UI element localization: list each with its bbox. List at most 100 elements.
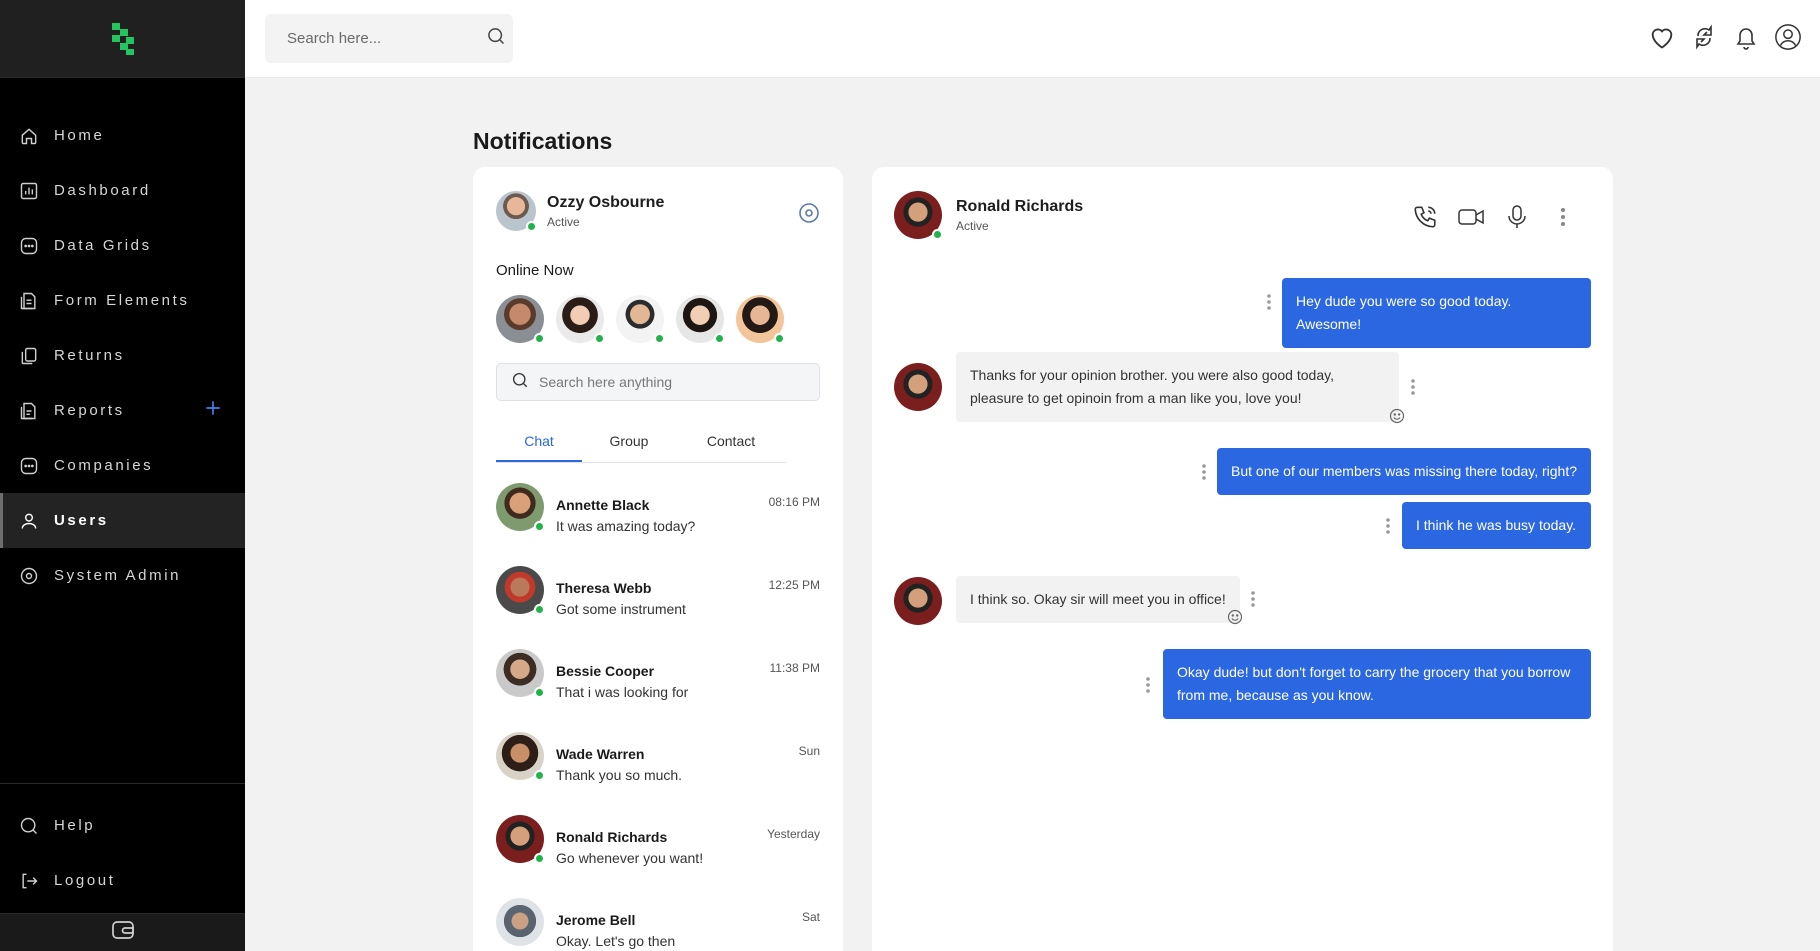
avatar [496, 649, 545, 698]
form-icon [18, 290, 40, 312]
settings-icon[interactable] [797, 201, 821, 230]
chat-search-input[interactable] [539, 374, 819, 390]
sidebar-item-companies[interactable]: Companies [0, 438, 245, 493]
companies-icon [18, 455, 40, 477]
tab-contact[interactable]: Contact [676, 431, 786, 462]
sync-icon[interactable] [1690, 20, 1718, 54]
message-bubble-outgoing: Okay dude! but don't forget to carry the… [1163, 649, 1591, 719]
more-options-icon[interactable] [1549, 203, 1577, 231]
conversation-actions [1411, 203, 1577, 231]
microphone-icon[interactable] [1503, 203, 1531, 231]
chat-list-item[interactable]: Ronald Richards Go whenever you want! Ye… [496, 815, 820, 898]
chat-time: 11:38 PM [769, 661, 820, 675]
search-input[interactable] [287, 30, 486, 47]
chat-list-item[interactable]: Annette Black It was amazing today? 08:1… [496, 483, 820, 566]
online-avatar[interactable] [556, 295, 605, 344]
sidebar-item-label: Form Elements [54, 292, 190, 309]
sidebar-item-help[interactable]: Help [0, 798, 245, 853]
chat-preview: Thank you so much. [556, 767, 683, 783]
current-user: Ozzy Osbourne Active [496, 191, 664, 232]
chat-name: Annette Black [556, 497, 650, 513]
current-user-status: Active [547, 214, 580, 229]
message-bubble-outgoing: Hey dude you were so good today. Awesome… [1282, 278, 1591, 348]
sidebar-item-label: Returns [54, 347, 125, 364]
message-options-icon[interactable] [1145, 676, 1151, 699]
avatar [496, 815, 545, 864]
chat-list-item[interactable]: Theresa Webb Got some instrument 12:25 P… [496, 566, 820, 649]
sidebar-item-form-elements[interactable]: Form Elements [0, 273, 245, 328]
phone-call-icon[interactable] [1411, 203, 1439, 231]
avatar [496, 898, 544, 946]
chat-preview: Okay. Let's go then [556, 933, 676, 949]
message-options-icon[interactable] [1250, 590, 1256, 613]
chat-preview: Got some instrument [556, 601, 686, 617]
avatar [894, 191, 943, 240]
chat-name: Theresa Webb [556, 580, 652, 596]
sidebar-item-label: Data Grids [54, 237, 152, 254]
search-icon [511, 371, 529, 394]
logo[interactable] [0, 0, 245, 78]
bell-icon[interactable] [1732, 20, 1760, 54]
online-now-label: Online Now [496, 262, 574, 279]
chat-list: Annette Black It was amazing today? 08:1… [496, 483, 820, 951]
chat-name: Bessie Cooper [556, 663, 655, 679]
chat-tabs: Chat Group Contact [496, 431, 786, 463]
gear-icon [18, 565, 40, 587]
message-options-icon[interactable] [1410, 378, 1416, 401]
message-bubble-outgoing: But one of our members was missing there… [1217, 448, 1591, 495]
sidebar-item-label: Logout [54, 872, 116, 889]
logo-icon [111, 22, 134, 55]
grid-dots-icon [18, 235, 40, 257]
plus-icon[interactable] [203, 398, 223, 423]
online-avatar[interactable] [676, 295, 725, 344]
chat-preview: That i was looking for [556, 684, 689, 700]
sidebar: Home Dashboard Data Grids Form Elements … [0, 0, 245, 951]
bottom-nav: Help Logout [0, 783, 245, 908]
online-avatar[interactable] [736, 295, 785, 344]
message-options-icon[interactable] [1266, 293, 1272, 316]
avatar [496, 483, 545, 532]
chat-list-item[interactable]: Jerome Bell Okay. Let's go then Sat [496, 898, 820, 951]
help-icon [18, 815, 40, 837]
conversation-status: Active [956, 218, 989, 233]
avatar [894, 577, 942, 625]
chat-list-item[interactable]: Wade Warren Thank you so much. Sun [496, 732, 820, 815]
sidebar-item-home[interactable]: Home [0, 108, 245, 163]
sidebar-item-returns[interactable]: Returns [0, 328, 245, 383]
avatar [894, 363, 942, 411]
heart-icon[interactable] [1648, 20, 1676, 54]
message-bubble-incoming: I think so. Okay sir will meet you in of… [956, 576, 1240, 623]
top-actions [1648, 20, 1802, 54]
chat-preview: Go whenever you want! [556, 850, 704, 866]
sidebar-item-label: Dashboard [54, 182, 151, 199]
chat-name: Jerome Bell [556, 912, 636, 928]
sidebar-item-reports[interactable]: Reports [0, 383, 245, 438]
page-title: Notifications [473, 128, 613, 154]
tab-group[interactable]: Group [582, 431, 676, 462]
tab-chat[interactable]: Chat [496, 431, 582, 462]
search-icon[interactable] [486, 26, 506, 51]
message-options-icon[interactable] [1385, 517, 1391, 540]
video-camera-icon[interactable] [1457, 203, 1485, 231]
sidebar-item-label: Users [54, 512, 109, 529]
bar-chart-icon [18, 180, 40, 202]
chat-name: Ronald Richards [556, 829, 668, 845]
sidebar-item-data-grids[interactable]: Data Grids [0, 218, 245, 273]
message-bubble-incoming: Thanks for your opinion brother. you wer… [956, 352, 1399, 422]
account-icon[interactable] [1774, 20, 1802, 54]
emoji-icon[interactable] [1389, 408, 1405, 429]
online-avatar[interactable] [616, 295, 665, 344]
wallet-button[interactable] [0, 913, 245, 951]
sidebar-item-logout[interactable]: Logout [0, 853, 245, 908]
main-nav: Home Dashboard Data Grids Form Elements … [0, 108, 245, 603]
avatar [496, 191, 537, 232]
message-options-icon[interactable] [1201, 463, 1207, 486]
sidebar-item-system-admin[interactable]: System Admin [0, 548, 245, 603]
chat-list-item[interactable]: Bessie Cooper That i was looking for 11:… [496, 649, 820, 732]
logout-icon [18, 870, 40, 892]
sidebar-item-dashboard[interactable]: Dashboard [0, 163, 245, 218]
sidebar-item-users[interactable]: Users [0, 493, 245, 548]
chat-preview: It was amazing today? [556, 518, 696, 534]
online-avatar[interactable] [496, 295, 545, 344]
emoji-icon[interactable] [1227, 609, 1243, 630]
